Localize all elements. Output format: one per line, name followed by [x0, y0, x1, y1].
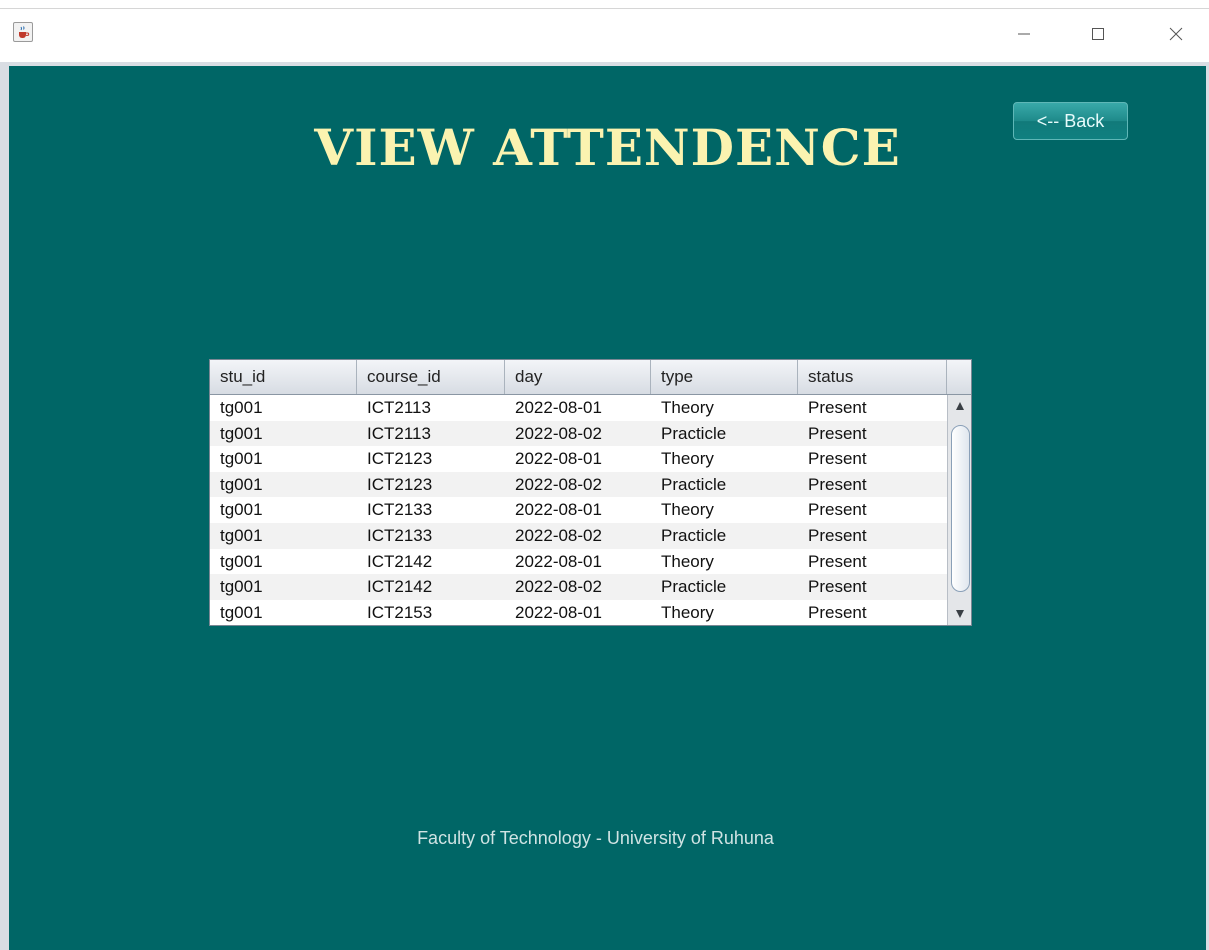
table-body: tg001 ICT2113 2022-08-01 Theory Present … — [210, 395, 947, 625]
cell-status: Present — [808, 577, 867, 597]
footer-text: Faculty of Technology - University of Ru… — [417, 828, 774, 848]
cell-course-id: ICT2123 — [367, 474, 433, 494]
table-row[interactable]: tg001 ICT2133 2022-08-01 Theory Present — [210, 497, 947, 523]
table-row[interactable]: tg001 ICT2113 2022-08-02 Practicle Prese… — [210, 420, 947, 447]
cell-day: 2022-08-01 — [515, 449, 602, 469]
table-row[interactable]: tg001 ICT2153 2022-08-01 Theory Present — [210, 600, 947, 625]
cell-course-id: ICT2113 — [367, 423, 431, 443]
cell-stu-id: tg001 — [220, 398, 263, 417]
cell-stu-id: tg001 — [220, 423, 263, 443]
window-titlebar — [0, 0, 1209, 62]
cell-status: Present — [808, 423, 867, 443]
column-header-status[interactable]: status — [798, 360, 947, 394]
cell-day: 2022-08-01 — [515, 398, 602, 417]
scroll-down-icon[interactable] — [948, 604, 971, 624]
cell-day: 2022-08-02 — [515, 474, 602, 494]
cell-status: Present — [808, 602, 867, 622]
cell-status: Present — [808, 500, 867, 520]
table-row[interactable]: tg001 ICT2142 2022-08-02 Practicle Prese… — [210, 574, 947, 600]
table-row[interactable]: tg001 ICT2113 2022-08-01 Theory Present — [210, 395, 947, 421]
cell-type: Practicle — [661, 526, 727, 545]
minimize-icon[interactable] — [1004, 20, 1044, 48]
table-row[interactable]: tg001 ICT2123 2022-08-01 Theory Present — [210, 446, 947, 472]
cell-stu-id: tg001 — [220, 449, 263, 469]
cell-status: Present — [808, 551, 867, 571]
window-frame-left — [0, 62, 9, 950]
cell-type: Practicle — [661, 577, 727, 597]
main-panel: VIEW ATTENDENCE <-- Back stu_id course_i… — [9, 66, 1206, 950]
vertical-scrollbar[interactable] — [947, 395, 971, 625]
cell-course-id: ICT2113 — [367, 398, 431, 417]
cell-day: 2022-08-02 — [515, 526, 602, 545]
cell-stu-id: tg001 — [220, 526, 263, 545]
cell-day: 2022-08-01 — [515, 602, 602, 622]
attendance-table: stu_id course_id day type status tg001 I… — [209, 359, 972, 626]
cell-status: Present — [808, 398, 867, 417]
cell-type: Practicle — [661, 474, 727, 494]
cell-day: 2022-08-02 — [515, 423, 602, 443]
column-header-course-id[interactable]: course_id — [357, 360, 505, 394]
cell-course-id: ICT2133 — [367, 500, 433, 520]
cell-course-id: ICT2142 — [367, 551, 433, 571]
table-row[interactable]: tg001 ICT2142 2022-08-01 Theory Present — [210, 549, 947, 575]
cell-stu-id: tg001 — [220, 602, 263, 622]
titlebar-edge — [0, 8, 1209, 9]
table-header: stu_id course_id day type status — [210, 360, 971, 395]
cell-type: Theory — [661, 449, 714, 469]
java-cup-icon[interactable] — [13, 22, 33, 42]
cell-type: Theory — [661, 500, 714, 520]
close-icon[interactable] — [1156, 20, 1196, 48]
scrollbar-thumb[interactable] — [951, 425, 970, 592]
cell-stu-id: tg001 — [220, 474, 263, 494]
cell-day: 2022-08-02 — [515, 577, 602, 597]
cell-day: 2022-08-01 — [515, 551, 602, 571]
cell-type: Theory — [661, 398, 714, 417]
column-header-day[interactable]: day — [505, 360, 651, 394]
cell-course-id: ICT2123 — [367, 449, 433, 469]
cell-type: Practicle — [661, 423, 727, 443]
cell-status: Present — [808, 526, 867, 545]
maximize-icon[interactable] — [1078, 20, 1118, 48]
column-header-stu-id[interactable]: stu_id — [210, 360, 357, 394]
cell-course-id: ICT2153 — [367, 602, 433, 622]
cell-status: Present — [808, 474, 867, 494]
cell-stu-id: tg001 — [220, 577, 263, 597]
cell-course-id: ICT2133 — [367, 526, 433, 545]
cell-status: Present — [808, 449, 867, 469]
cell-stu-id: tg001 — [220, 500, 263, 520]
cell-type: Theory — [661, 602, 714, 622]
back-button[interactable]: <-- Back — [1013, 102, 1128, 140]
table-row[interactable]: tg001 ICT2123 2022-08-02 Practicle Prese… — [210, 471, 947, 498]
column-header-type[interactable]: type — [651, 360, 798, 394]
scroll-up-icon[interactable] — [948, 396, 971, 416]
cell-stu-id: tg001 — [220, 551, 263, 571]
cell-day: 2022-08-01 — [515, 500, 602, 520]
table-row[interactable]: tg001 ICT2133 2022-08-02 Practicle Prese… — [210, 523, 947, 549]
cell-course-id: ICT2142 — [367, 577, 433, 597]
cell-type: Theory — [661, 551, 714, 571]
